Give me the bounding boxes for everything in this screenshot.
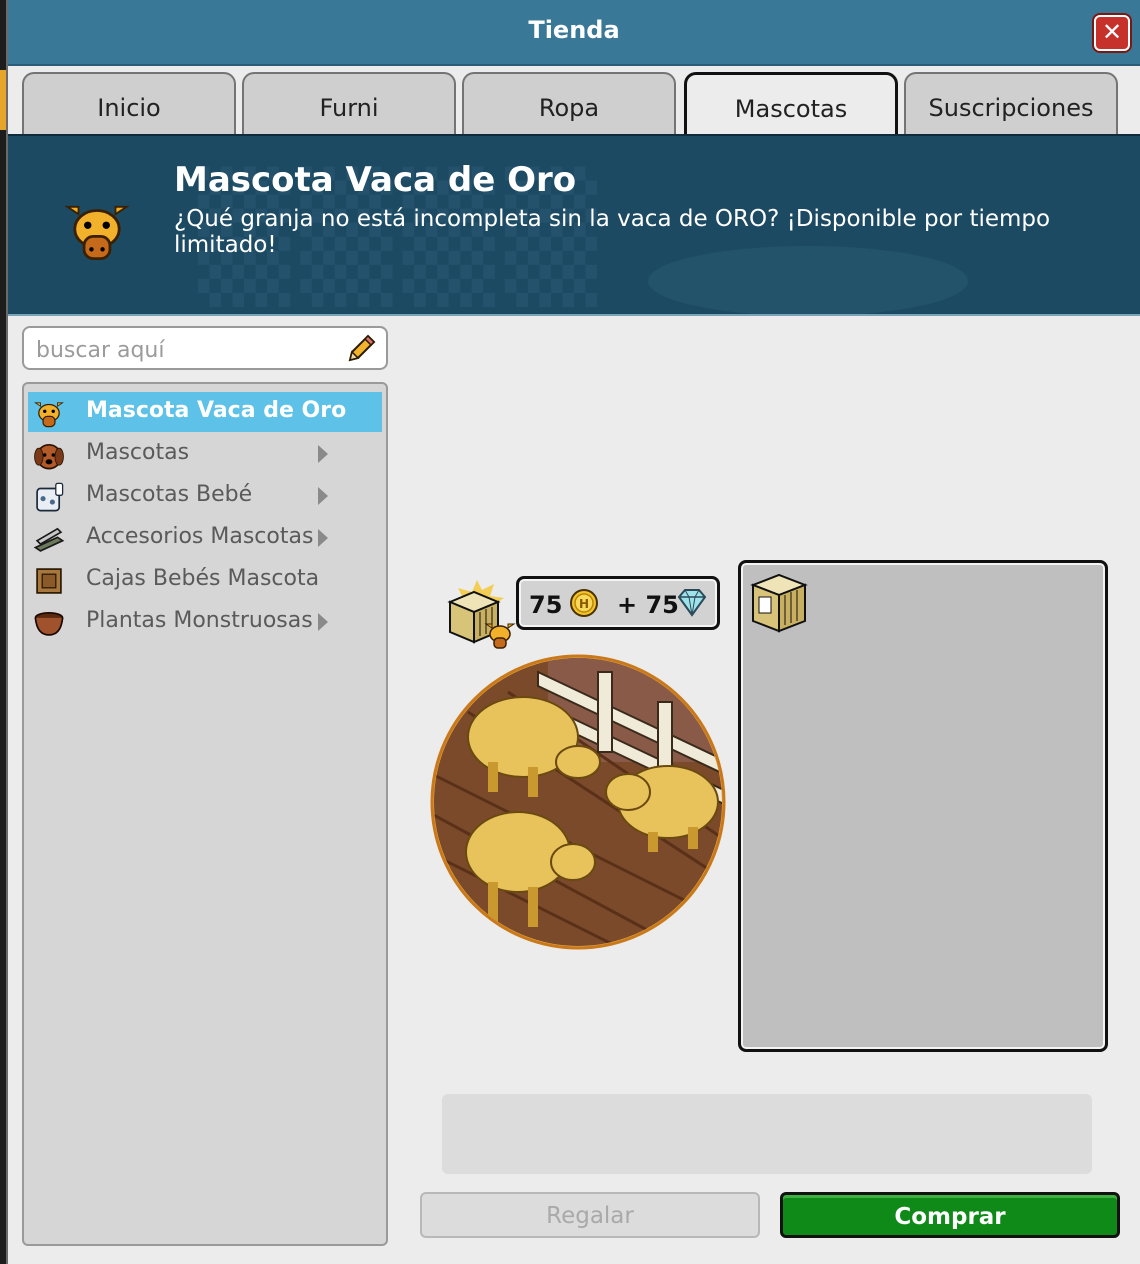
banner-title: Mascota Vaca de Oro [174,160,577,200]
nav-item-mascotas[interactable]: Mascotas [28,434,382,474]
dog-icon [34,443,64,470]
page-banner: ▒▒▒▒ Mascota Vaca de Oro ¿Qué granja no … [8,134,1140,316]
chevron-right-icon [318,445,328,463]
chevron-right-icon [318,613,328,631]
shop-window: Tienda ✕ Inicio Furni Ropa Mascotas Susc… [6,0,1140,1264]
search-box[interactable] [22,326,388,370]
baby-pet-icon [36,482,64,512]
diamond-icon [677,589,707,617]
product-preview-image [430,654,726,950]
crate-icon [750,573,808,633]
description-area [442,1094,1092,1174]
tab-bar: Inicio Furni Ropa Mascotas Suscripciones [22,72,1128,134]
close-icon: ✕ [1101,18,1123,46]
nav-item-label: Cajas Bebés Mascota [86,566,320,591]
golden-crate-icon [447,580,516,649]
close-button[interactable]: ✕ [1094,15,1130,51]
nav-item-accesorios-mascotas[interactable]: Accesorios Mascotas [28,518,382,558]
credit-coin-icon: H [570,589,598,617]
item-detail-panel [738,560,1108,1052]
buy-button[interactable]: Comprar [780,1192,1120,1238]
golden-cow-icon [64,205,130,260]
pet-accessories-icon [33,527,65,552]
nav-item-label: Mascotas [86,440,190,465]
gift-button[interactable]: Regalar [420,1192,760,1238]
nav-item-label: Plantas Monstruosas [86,608,313,633]
nav-item-mascota-vaca-de-oro[interactable]: Mascota Vaca de Oro [28,392,382,432]
banner-description: ¿Qué granja no está incompleta sin la va… [174,206,1051,258]
tab-mascotas[interactable]: Mascotas [684,72,898,134]
crate-icon [36,568,62,594]
pencil-icon[interactable] [344,332,378,366]
nav-item-plantas-monstruosas[interactable]: Plantas Monstruosas [28,602,382,642]
diamond-price: + 75 [617,591,679,619]
plant-pot-icon [34,611,64,636]
golden-cow-icon [33,402,65,428]
svg-text:H: H [579,597,589,611]
chevron-right-icon [318,529,328,547]
tab-suscripciones[interactable]: Suscripciones [904,72,1118,134]
credit-price: 75 [529,591,563,619]
title-bar[interactable]: Tienda ✕ [8,0,1140,66]
nav-item-label: Accesorios Mascotas [86,524,314,549]
window-title: Tienda [528,16,620,44]
nav-item-label: Mascotas Bebé [86,482,253,507]
nav-item-mascotas-bebe[interactable]: Mascotas Bebé [28,476,382,516]
chevron-right-icon [318,487,328,505]
tab-inicio[interactable]: Inicio [22,72,236,134]
search-input[interactable] [34,334,338,366]
nav-item-label: Mascota Vaca de Oro [86,398,347,423]
tab-furni[interactable]: Furni [242,72,456,134]
nav-item-cajas-bebes-mascota[interactable]: Cajas Bebés Mascota [28,560,382,600]
tab-ropa[interactable]: Ropa [462,72,676,134]
price-tag: 75 H + 75 [516,576,720,630]
category-list: Mascota Vaca de Oro Mascotas Mascotas Be… [22,382,388,1246]
